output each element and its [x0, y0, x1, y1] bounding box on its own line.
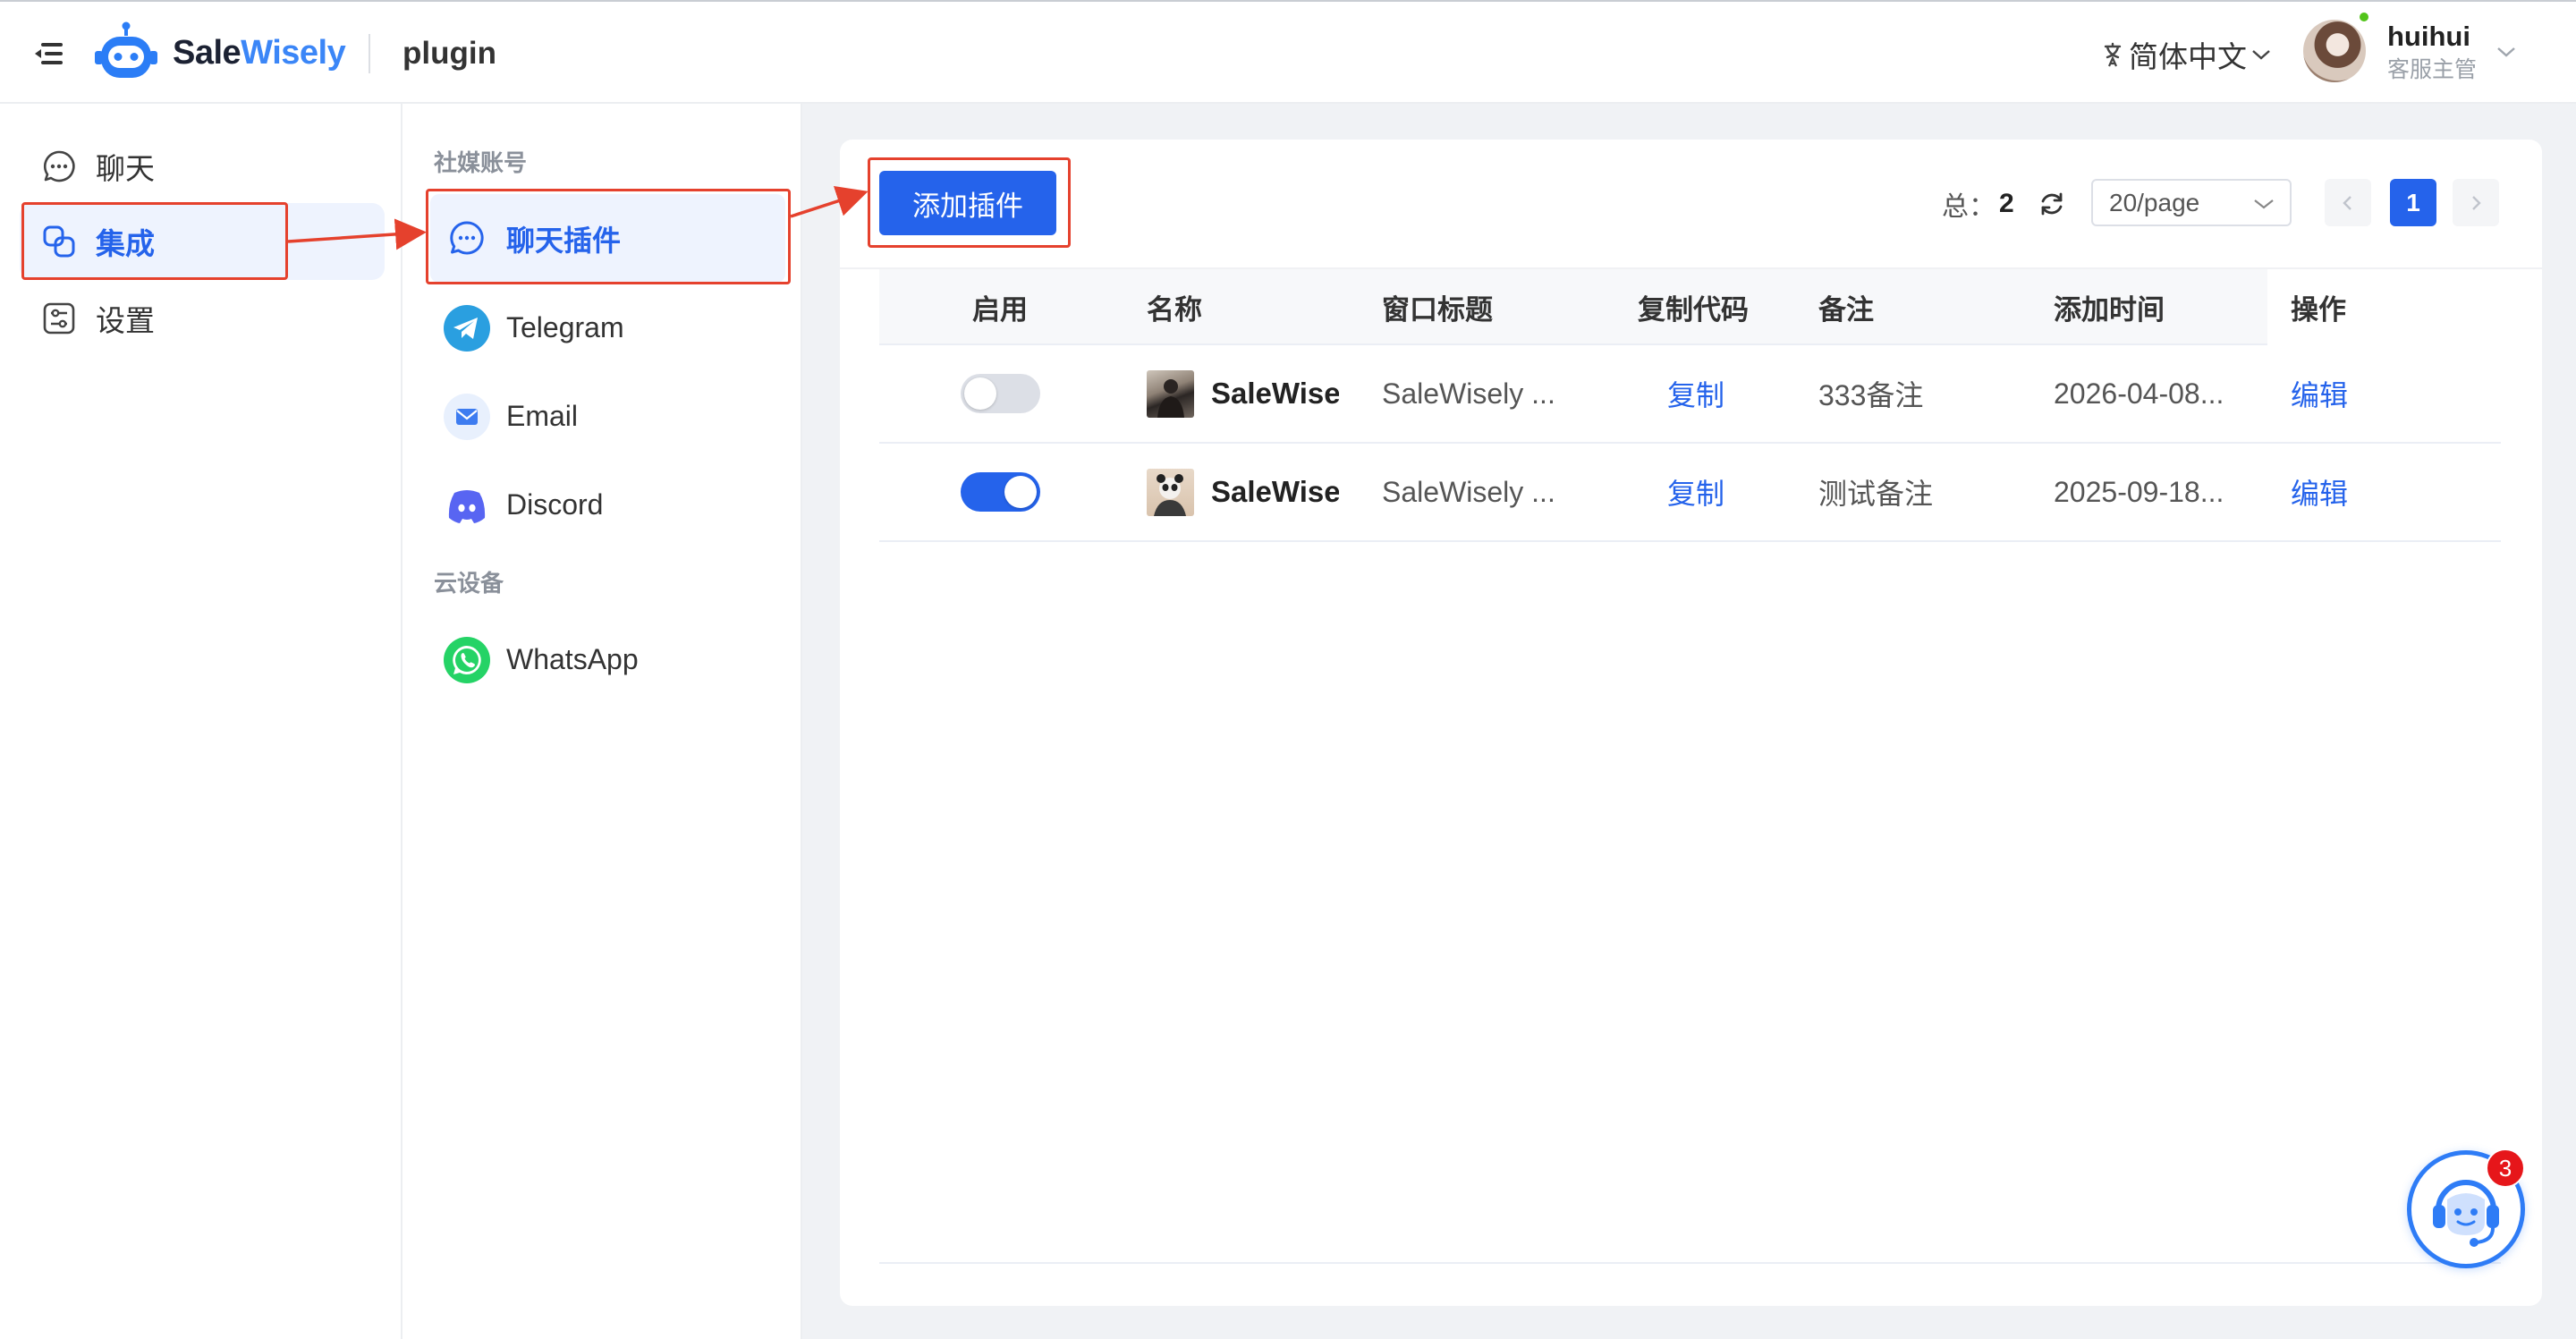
copy-code-link[interactable]: 复制: [1667, 444, 1724, 540]
whatsapp-icon: [444, 636, 490, 683]
next-page-button[interactable]: [2453, 179, 2499, 226]
total-count: 总： 2: [1942, 186, 2014, 222]
note-cell: 333备注: [1818, 379, 1924, 411]
column-header-note: 备注: [1818, 294, 1874, 326]
edit-link[interactable]: 编辑: [2291, 345, 2348, 442]
subnav-item-label: Discord: [506, 488, 604, 521]
settings-icon: [43, 302, 75, 335]
subnav-item-whatsapp[interactable]: WhatsApp: [430, 615, 785, 704]
total-value: 2: [1999, 189, 2014, 218]
page-size-value: 20/page: [2109, 188, 2200, 216]
column-header-copy-code: 复制代码: [1638, 294, 1749, 326]
refresh-icon[interactable]: [2038, 190, 2066, 218]
column-header-added-time: 添加时间: [2054, 294, 2165, 326]
toggle-knob: [964, 377, 996, 410]
window-title-cell: SaleWisely ...: [1382, 377, 1555, 410]
brand-name-part2: Wisely: [241, 33, 346, 72]
add-plugin-button[interactable]: 添加插件: [879, 171, 1056, 235]
window-title-cell: SaleWisely ...: [1382, 475, 1555, 508]
email-icon: [444, 393, 490, 440]
enable-toggle[interactable]: [961, 374, 1040, 413]
toggle-knob: [1004, 476, 1037, 508]
table-header: 启用 名称 窗口标题 复制代码 备注 添加时间 操作: [879, 269, 2501, 345]
chevron-right-icon: [2472, 195, 2481, 210]
added-time-cell: 2025-09-18...: [2054, 475, 2224, 508]
plugin-name: SaleWisely: [1211, 475, 1339, 508]
brand-logo-icon[interactable]: [95, 21, 157, 82]
note-cell: 测试备注: [1818, 478, 1934, 510]
prev-page-button[interactable]: [2325, 179, 2371, 226]
column-header-actions: 操作: [2291, 294, 2346, 326]
table-row: SaleWisely SaleWisely ... 复制 333备注 2026-…: [879, 345, 2501, 444]
chevron-down-icon: [2254, 199, 2274, 209]
added-time-cell: 2026-04-08...: [2054, 377, 2224, 410]
total-label: 总：: [1942, 192, 1996, 222]
column-header-name: 名称: [1147, 294, 1202, 326]
page-title: plugin: [402, 36, 496, 71]
avatar[interactable]: [2303, 20, 2366, 82]
column-header-enabled: 启用: [972, 294, 1028, 326]
chevron-down-icon: [2252, 50, 2270, 60]
copy-code-link[interactable]: 复制: [1667, 345, 1724, 442]
user-role: 客服主管: [2387, 57, 2478, 82]
plugin-avatar: [1147, 469, 1194, 516]
subnav-item-label: 聊天插件: [506, 224, 622, 257]
subnav-item-email[interactable]: Email: [430, 372, 785, 461]
subnav-item-chat-plugin[interactable]: 聊天插件: [430, 194, 785, 283]
enable-toggle[interactable]: [961, 472, 1040, 512]
language-selector[interactable]: 简体中文: [2100, 34, 2272, 75]
page-number-current[interactable]: 1: [2390, 179, 2436, 226]
online-status-dot: [2358, 11, 2370, 23]
subnav-item-label: Telegram: [506, 311, 624, 343]
subnav-item-discord[interactable]: Discord: [430, 461, 785, 549]
telegram-icon: [444, 304, 490, 352]
edit-link[interactable]: 编辑: [2291, 444, 2348, 540]
sidebar-item-label: 设置: [96, 304, 155, 337]
column-header-window-title: 窗口标题: [1382, 294, 1493, 326]
section-title-social: 社媒账号: [434, 148, 528, 176]
unread-badge: 3: [2486, 1148, 2525, 1188]
subnav-item-label: WhatsApp: [506, 643, 639, 675]
chat-plugin-icon: [450, 220, 484, 254]
chat-icon: [43, 150, 75, 182]
table-bottom-line: [879, 1262, 2501, 1264]
plugin-name: SaleWisely: [1211, 377, 1339, 410]
page-size-select[interactable]: 20/page: [2091, 179, 2292, 226]
user-name[interactable]: huihui: [2387, 20, 2470, 54]
brand-name[interactable]: Sale Wisely: [173, 30, 346, 75]
language-icon: [2104, 42, 2122, 67]
menu-icon[interactable]: [34, 41, 64, 66]
user-menu-chevron-icon[interactable]: [2496, 43, 2517, 61]
sidebar-item-integration[interactable]: 集成: [20, 203, 385, 280]
chevron-left-icon: [2343, 195, 2351, 210]
subnav-item-label: Email: [506, 400, 579, 432]
sidebar-item-label: 聊天: [96, 152, 155, 185]
sidebar-item-settings[interactable]: 设置: [20, 280, 385, 357]
header-divider: [369, 34, 370, 73]
brand-name-part1: Sale: [173, 33, 242, 72]
integration-icon: [43, 225, 75, 258]
plugin-avatar: [1147, 370, 1194, 418]
sidebar-item-chat[interactable]: 聊天: [20, 128, 385, 205]
plugin-table: 启用 名称 窗口标题 复制代码 备注 添加时间 操作 SaleWisely Sa…: [879, 269, 2501, 543]
subnav-item-telegram[interactable]: Telegram: [430, 284, 785, 372]
section-title-cloud: 云设备: [434, 569, 504, 597]
sidebar-item-label: 集成: [96, 227, 155, 260]
language-label: 简体中文: [2129, 40, 2247, 73]
table-row: SaleWisely SaleWisely ... 复制 测试备注 2025-0…: [879, 444, 2501, 542]
discord-icon: [448, 489, 486, 523]
